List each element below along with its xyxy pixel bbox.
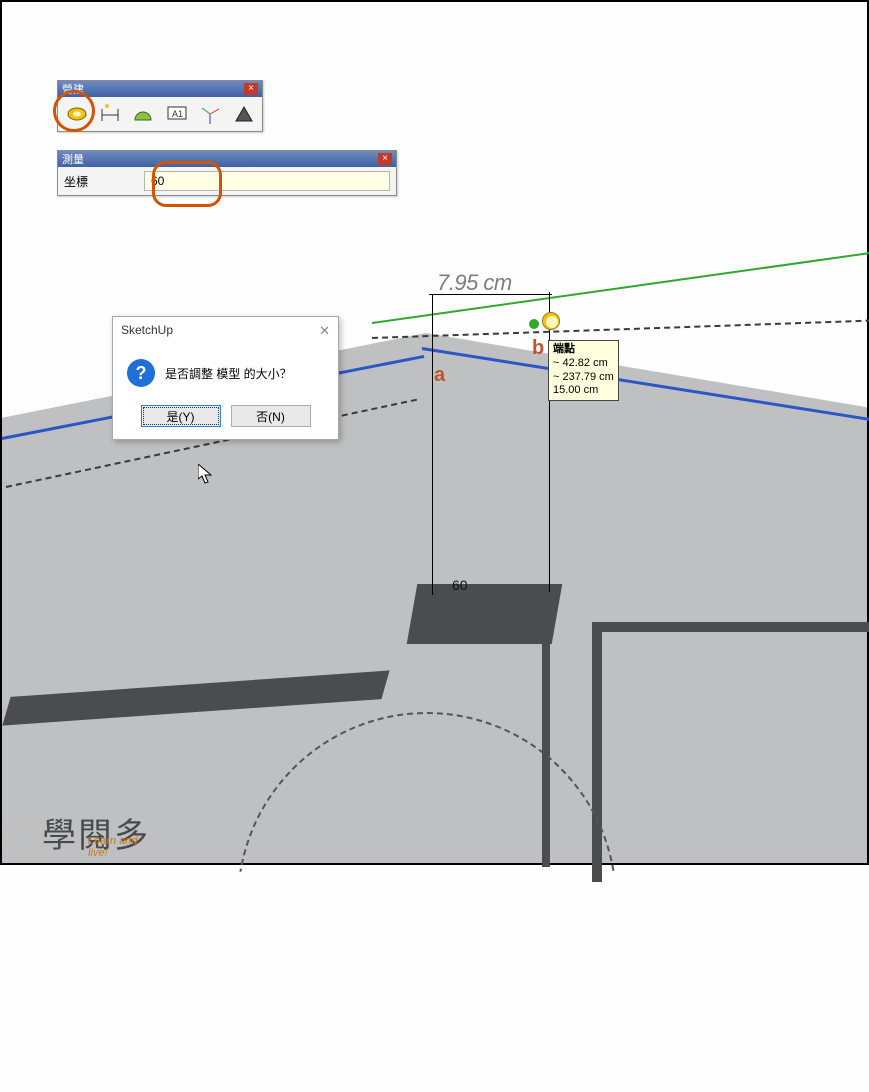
axes-icon — [199, 103, 221, 125]
protractor-icon — [132, 103, 154, 125]
measurements-title-text: 測量 — [62, 151, 84, 167]
no-button[interactable]: 否(N) — [231, 405, 311, 427]
dimension-text: 7.95 cm — [437, 270, 512, 296]
watermark-subtext: Learn and live! — [88, 835, 150, 859]
measurements-label: 坐標 — [64, 173, 136, 190]
floorplan-shape — [592, 622, 869, 882]
section-plane-icon — [232, 103, 254, 125]
dialog-title-text: SketchUp — [121, 323, 173, 339]
extension-line — [549, 292, 550, 592]
confirm-dialog: SketchUp ✕ ? 是否調整 模型 的大小？ 是(Y) 否(N) — [112, 316, 339, 440]
yes-button[interactable]: 是(Y) — [141, 405, 221, 427]
question-icon: ? — [127, 359, 155, 387]
marker-a: a — [434, 364, 445, 387]
section-plane-tool-button[interactable] — [231, 101, 256, 127]
extension-line — [432, 295, 433, 595]
inference-point — [529, 319, 539, 329]
measurements-titlebar[interactable]: 測量 × — [58, 151, 396, 167]
inference-tooltip: 端點 ~ 42.82 cm ~ 237.79 cm 15.00 cm — [548, 340, 619, 401]
tooltip-title: 端點 — [553, 343, 614, 357]
dimension-tool-button[interactable] — [97, 101, 122, 127]
dialog-message: 是否調整 模型 的大小？ — [165, 365, 292, 382]
toolbar-titlebar[interactable]: 營建 × — [58, 81, 262, 97]
floor-dimension-text: 60 — [452, 577, 468, 593]
axes-tool-button[interactable] — [197, 101, 222, 127]
tooltip-line: 15.00 cm — [553, 384, 614, 398]
text-label-icon: A1 — [165, 104, 189, 124]
tooltip-line: ~ 237.79 cm — [553, 371, 614, 385]
arc-guide — [237, 712, 617, 1092]
tape-measure-cursor-icon — [542, 312, 560, 330]
dimension-icon — [99, 103, 121, 125]
close-icon[interactable]: × — [378, 153, 392, 165]
floorplan-shape — [407, 584, 563, 644]
dialog-titlebar[interactable]: SketchUp ✕ — [113, 317, 338, 345]
tooltip-line: ~ 42.82 cm — [553, 357, 614, 371]
close-icon[interactable]: × — [244, 83, 258, 95]
measurements-panel[interactable]: 測量 × 坐標 — [57, 150, 397, 196]
close-icon[interactable]: ✕ — [319, 323, 330, 339]
annotation-circle — [53, 90, 95, 132]
annotation-circle — [152, 161, 222, 207]
svg-text:A1: A1 — [172, 109, 183, 119]
guide-line — [372, 319, 869, 339]
protractor-tool-button[interactable] — [131, 101, 156, 127]
text-tool-button[interactable]: A1 — [164, 101, 189, 127]
marker-b: b — [532, 337, 544, 360]
watermark: 學閱多 Learn and live! — [10, 808, 150, 857]
